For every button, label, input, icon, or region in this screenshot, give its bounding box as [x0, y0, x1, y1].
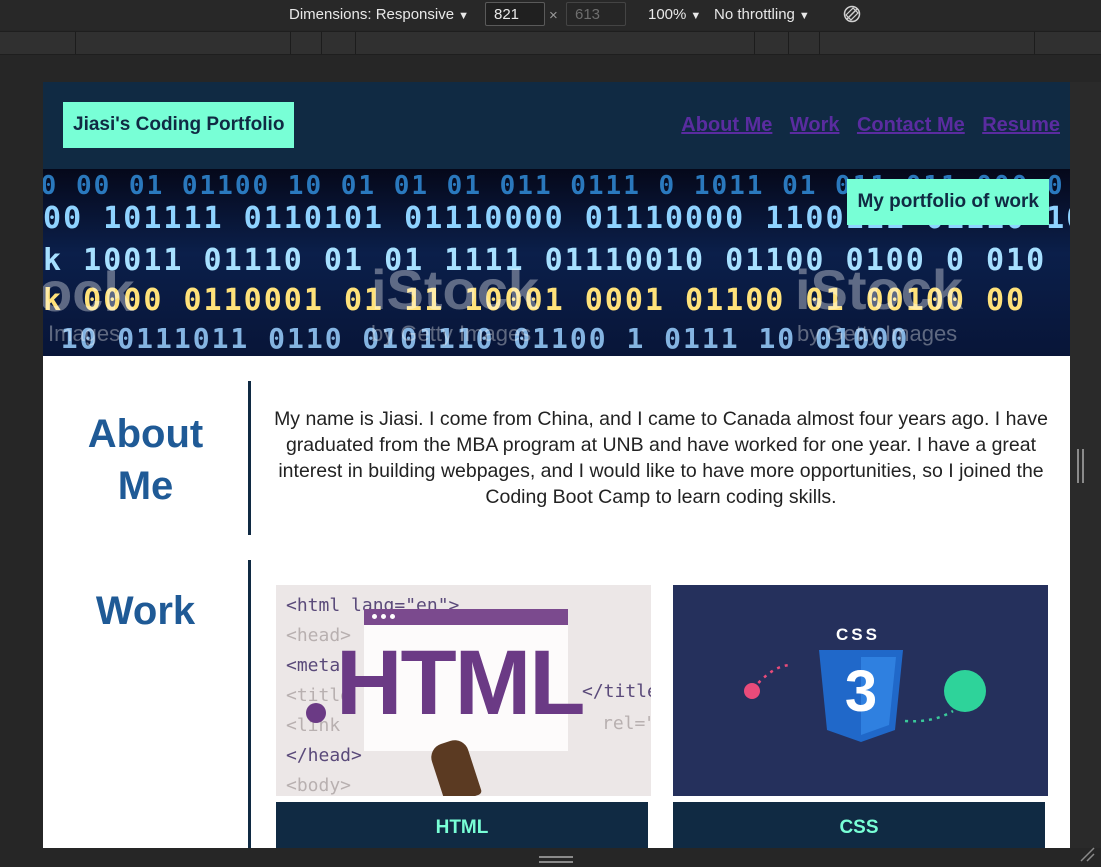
css3-number: 3	[844, 659, 878, 724]
chevron-down-icon: ▼	[798, 10, 810, 22]
viewport-right-gutter	[1070, 82, 1101, 848]
corner-resize-icon[interactable]	[1077, 844, 1095, 862]
about-text: My name is Jiasi. I come from China, and…	[274, 408, 1048, 508]
dot-graphic	[306, 703, 326, 723]
chevron-down-icon: ▼	[690, 10, 702, 22]
css-logo-text: CSS	[836, 625, 880, 644]
hero-banner: 10 00 01 01100 10 01 01 01 011 0111 0 10…	[43, 169, 1070, 356]
nav-link-contact-me[interactable]: Contact Me	[857, 114, 965, 136]
watermark-subtext: by Getty Images	[371, 321, 532, 346]
code-line: <body>	[286, 775, 352, 796]
html-project-image[interactable]: <html lang="en"> <head> <meta <title <li…	[276, 585, 651, 796]
section-divider	[248, 381, 251, 535]
dimensions-dropdown[interactable]: Dimensions: Responsive ▼	[289, 6, 469, 23]
work-title: Work	[95, 589, 196, 633]
browser-titlebar	[364, 609, 568, 625]
watermark-text: iStock	[371, 258, 540, 321]
section-divider	[248, 560, 251, 848]
throttling-label: No throttling	[714, 6, 795, 23]
code-line: </title	[582, 681, 651, 702]
emulated-viewport: Jiasi's Coding Portfolio About Me Work C…	[43, 82, 1070, 848]
code-line: rel="	[602, 713, 651, 734]
hero-tagline: My portfolio of work	[847, 179, 1049, 225]
main-nav: About Me Work Contact Me Resume	[668, 114, 1060, 137]
nav-link-work[interactable]: Work	[790, 114, 840, 136]
about-title-line: Me	[117, 464, 174, 508]
zoom-label: 100%	[648, 6, 687, 23]
watermark-text: iStock	[795, 258, 964, 321]
css-project-label[interactable]: CSS	[673, 802, 1045, 848]
about-title-line: About	[87, 412, 204, 456]
bottom-resize-handle[interactable]	[539, 856, 573, 864]
html-logo-text: HTML	[336, 632, 585, 734]
zoom-dropdown[interactable]: 100% ▼	[648, 6, 701, 23]
rotate-icon[interactable]	[843, 5, 861, 23]
chevron-down-icon: ▼	[458, 10, 469, 22]
nav-link-resume[interactable]: Resume	[982, 114, 1060, 136]
width-input[interactable]: 821	[485, 2, 545, 26]
nav-link-about-me[interactable]: About Me	[681, 114, 772, 136]
right-resize-handle[interactable]	[1077, 449, 1085, 483]
about-title: About Me	[43, 408, 248, 512]
devtools-device-toolbar: Dimensions: Responsive ▼ 821 × 613 100% ▼ …	[0, 0, 1101, 30]
dimensions-label: Dimensions: Responsive	[289, 6, 455, 23]
media-query-ruler[interactable]	[0, 31, 1101, 55]
css-project-image[interactable]: CSS 3	[673, 585, 1048, 796]
watermark-subtext: by Getty Images	[797, 321, 958, 346]
times-symbol: ×	[549, 7, 558, 24]
height-input[interactable]: 613	[566, 2, 626, 26]
site-brand: Jiasi's Coding Portfolio	[63, 102, 295, 148]
watermark-subtext: Images	[48, 321, 121, 346]
throttling-dropdown[interactable]: No throttling ▼	[714, 6, 810, 23]
html-project-label[interactable]: HTML	[276, 802, 648, 848]
site-header: Jiasi's Coding Portfolio About Me Work C…	[43, 82, 1070, 169]
watermark-text: ock	[43, 260, 135, 323]
